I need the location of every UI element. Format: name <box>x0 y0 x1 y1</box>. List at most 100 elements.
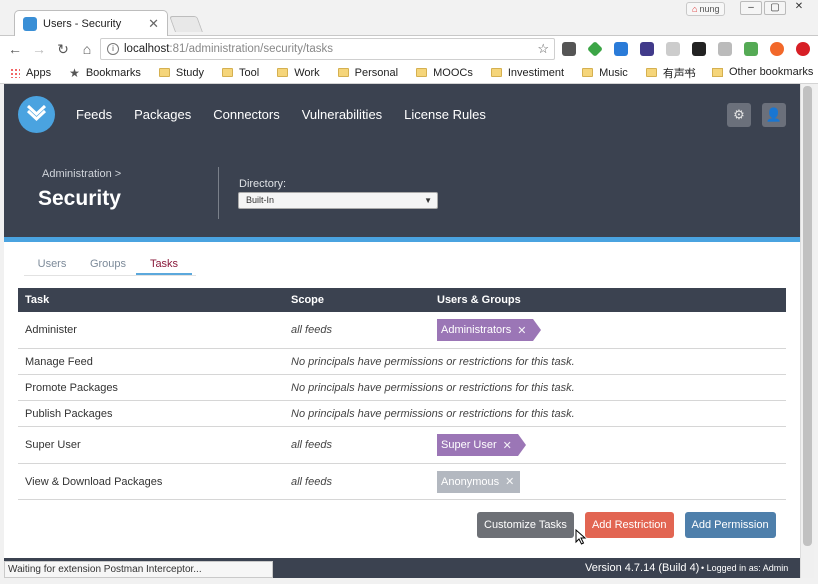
translate-extension-icon[interactable] <box>744 42 758 56</box>
header-divider <box>218 167 219 219</box>
customize-tasks-button[interactable]: Customize Tasks <box>477 512 574 538</box>
new-tab-button[interactable] <box>169 16 203 32</box>
browser-tab[interactable]: Users - Security ✕ <box>14 10 168 37</box>
folder-icon <box>158 68 170 77</box>
home-icon[interactable]: ⌂ <box>78 40 96 58</box>
remove-principal-icon[interactable]: ✕ <box>503 439 512 452</box>
principal-name: Administrators <box>441 324 512 336</box>
dropdown-arrow-icon: ▼ <box>424 196 432 205</box>
table-row: Promote Packages No principals have perm… <box>18 375 786 401</box>
back-icon[interactable]: ← <box>6 40 24 58</box>
url-host: localhost <box>124 43 170 55</box>
bookmark-folder[interactable]: Work <box>277 67 320 79</box>
browser-window: Users - Security ✕ ⌂ nung – ▢ ✕ ← → ↻ ⌂ … <box>0 0 818 584</box>
security-tabs: Users Groups Tasks <box>24 258 192 275</box>
tab-users[interactable]: Users <box>24 258 80 275</box>
no-principals-note: No principals have permissions or restri… <box>291 355 575 368</box>
maximize-icon[interactable]: ▢ <box>764 1 786 15</box>
directory-label: Directory: <box>239 178 287 190</box>
table-row: View & Download Packages all feeds Anony… <box>18 464 786 500</box>
address-bar[interactable]: i localhost :81/administration/security/… <box>100 38 555 60</box>
table-actions: Customize Tasks Add Restriction Add Perm… <box>477 512 776 538</box>
principal-pill[interactable]: Administrators ✕ <box>437 319 540 341</box>
folder-icon <box>277 68 289 77</box>
principal-name: Anonymous <box>441 475 500 488</box>
user-profile-icon[interactable]: 👤 <box>762 103 786 127</box>
task-scope: all feeds <box>291 475 332 488</box>
bookmark-folder[interactable]: Investiment <box>490 67 564 79</box>
tab-groups[interactable]: Groups <box>80 258 136 275</box>
tab-tasks[interactable]: Tasks <box>136 258 192 275</box>
bookmark-bookmarks[interactable]: ★ Bookmarks <box>69 66 141 80</box>
settings-gear-icon[interactable]: ⚙ <box>727 103 751 127</box>
forward-icon[interactable]: → <box>30 40 48 58</box>
folder-icon <box>582 68 594 77</box>
page-title: Security <box>38 187 121 210</box>
profile-icon: ⌂ <box>692 4 698 14</box>
bookmark-apps[interactable]: Apps <box>10 67 51 79</box>
version-text: Version 4.7.14 (Build 4) <box>585 562 700 574</box>
principal-pill[interactable]: Super User ✕ <box>437 434 526 456</box>
reload-icon[interactable]: ↻ <box>54 40 72 58</box>
onenote-extension-icon[interactable] <box>640 42 654 56</box>
tab-close-icon[interactable]: ✕ <box>148 16 159 32</box>
principal-pill[interactable]: Anonymous ✕ <box>437 470 521 493</box>
bookmark-folder[interactable]: Study <box>158 67 204 79</box>
table-row: Super User all feeds Super User ✕ <box>18 427 786 464</box>
nav-packages[interactable]: Packages <box>134 107 191 122</box>
profile-button[interactable]: ⌂ nung <box>686 2 726 16</box>
other-bookmarks[interactable]: Other bookmarks <box>712 66 813 78</box>
directory-selected-value: Built-In <box>246 195 275 205</box>
apps-grid-icon <box>10 67 20 78</box>
bookmark-folder[interactable]: Personal <box>337 67 398 79</box>
add-restriction-button[interactable]: Add Restriction <box>584 512 674 538</box>
table-header: Task Scope Users & Groups <box>18 288 786 312</box>
folder-icon <box>337 68 349 77</box>
copy-extension-icon[interactable] <box>666 42 680 56</box>
tab-title: Users - Security <box>43 18 122 30</box>
site-info-icon[interactable]: i <box>107 43 119 55</box>
profile-name: nung <box>699 4 720 14</box>
bookmarks-overflow-icon[interactable]: » <box>684 66 690 78</box>
tasks-table: Task Scope Users & Groups Administer all… <box>18 288 786 500</box>
directory-select[interactable]: Built-In ▼ <box>238 192 438 209</box>
mouse-cursor-icon <box>575 529 587 545</box>
close-window-icon[interactable]: ✕ <box>788 1 810 15</box>
task-name: View & Download Packages <box>25 475 163 488</box>
page-scrollbar[interactable] <box>800 84 814 578</box>
opera-extension-icon[interactable] <box>796 42 810 56</box>
no-principals-note: No principals have permissions or restri… <box>291 407 575 420</box>
main-nav: Feeds Packages Connectors Vulnerabilitie… <box>76 84 486 145</box>
table-row: Administer all feeds Administrators ✕ <box>18 312 786 349</box>
nav-vulnerabilities[interactable]: Vulnerabilities <box>302 107 382 122</box>
proget-favicon-icon <box>23 17 37 31</box>
task-name: Super User <box>25 439 81 451</box>
remove-principal-icon[interactable]: ✕ <box>505 475 514 488</box>
pocket-extension-icon[interactable] <box>562 42 576 56</box>
bookmarks-bar: Apps ★ Bookmarks Study Tool Work Personal… <box>0 62 818 84</box>
column-header-scope: Scope <box>291 294 325 306</box>
nav-license-rules[interactable]: License Rules <box>404 107 486 122</box>
feedly-extension-icon[interactable] <box>587 41 603 57</box>
page-viewport: Feeds Packages Connectors Vulnerabilitie… <box>4 84 800 578</box>
add-permission-button[interactable]: Add Permission <box>684 512 776 538</box>
minimize-icon[interactable]: – <box>740 1 762 15</box>
tab-strip: Users - Security ✕ ⌂ nung – ▢ ✕ <box>0 0 818 37</box>
bookmark-star-icon[interactable]: ☆ <box>537 41 549 57</box>
task-name: Publish Packages <box>25 407 113 420</box>
url-path: :81/administration/security/tasks <box>169 43 334 55</box>
play-extension-icon[interactable] <box>692 42 706 56</box>
no-principals-note: No principals have permissions or restri… <box>291 381 575 394</box>
nav-connectors[interactable]: Connectors <box>213 107 279 122</box>
vue-extension-icon[interactable] <box>614 42 628 56</box>
scrollbar-thumb[interactable] <box>803 86 812 546</box>
blocker-extension-icon[interactable] <box>770 42 784 56</box>
bookmark-folder[interactable]: Tool <box>222 67 259 79</box>
nav-feeds[interactable]: Feeds <box>76 107 112 122</box>
proget-logo-icon[interactable] <box>18 96 55 133</box>
remove-principal-icon[interactable]: ✕ <box>517 324 526 337</box>
breadcrumb[interactable]: Administration > <box>42 168 121 180</box>
bookmark-folder[interactable]: Music <box>582 67 628 79</box>
bookmark-folder[interactable]: MOOCs <box>416 67 473 79</box>
reader-extension-icon[interactable] <box>718 42 732 56</box>
